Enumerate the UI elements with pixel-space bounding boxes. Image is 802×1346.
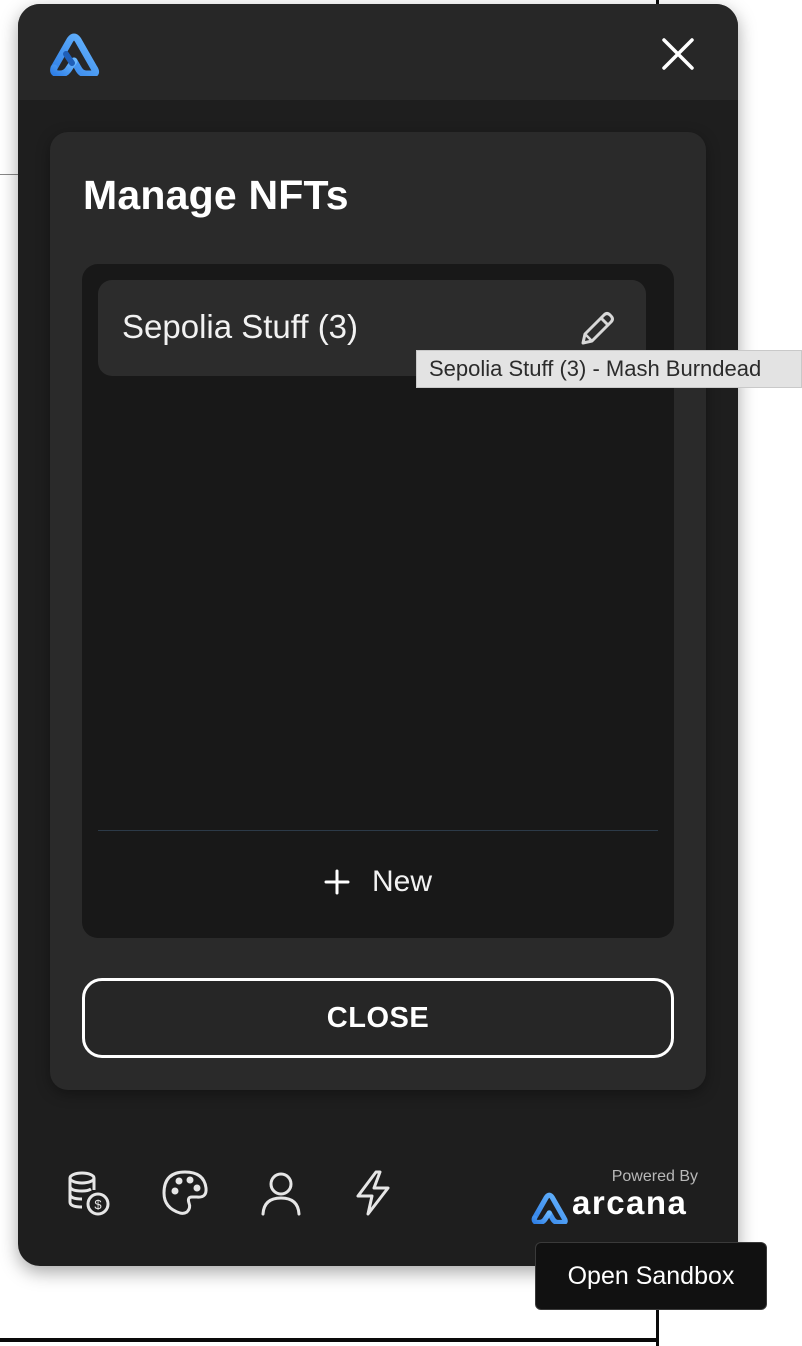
close-button[interactable]: CLOSE: [82, 978, 674, 1058]
wallet-widget: Manage NFTs Sepolia Stuff (3) New CLOSE: [18, 4, 738, 1266]
lightning-icon[interactable]: [348, 1168, 398, 1218]
brand-name: arcana: [572, 1184, 688, 1221]
widget-header: [18, 4, 738, 100]
arcana-logo-icon: [50, 33, 100, 76]
arcana-brand: arcana: [530, 1184, 700, 1224]
close-icon[interactable]: [658, 34, 698, 74]
new-button-label: New: [371, 865, 432, 898]
open-sandbox-button[interactable]: Open Sandbox: [535, 1242, 767, 1310]
new-list-button[interactable]: New: [98, 834, 658, 930]
list-divider: [98, 830, 658, 831]
pencil-icon[interactable]: [576, 308, 618, 350]
tokens-icon[interactable]: $: [64, 1168, 114, 1218]
manage-nfts-card: Manage NFTs Sepolia Stuff (3) New CLOSE: [50, 132, 706, 1090]
palette-icon[interactable]: [160, 1168, 210, 1218]
item-tooltip: Sepolia Stuff (3) - Mash Burndead: [416, 350, 802, 388]
svg-text:$: $: [94, 1197, 102, 1212]
page-title: Manage NFTs: [83, 172, 349, 218]
page-border-bottom: [0, 1338, 659, 1342]
list-item-label: Sepolia Stuff (3): [122, 308, 359, 345]
plus-icon: [324, 869, 350, 895]
page-guide-line: [0, 174, 20, 175]
user-icon[interactable]: [256, 1168, 306, 1218]
arcana-brand-logo-icon: [531, 1192, 568, 1224]
